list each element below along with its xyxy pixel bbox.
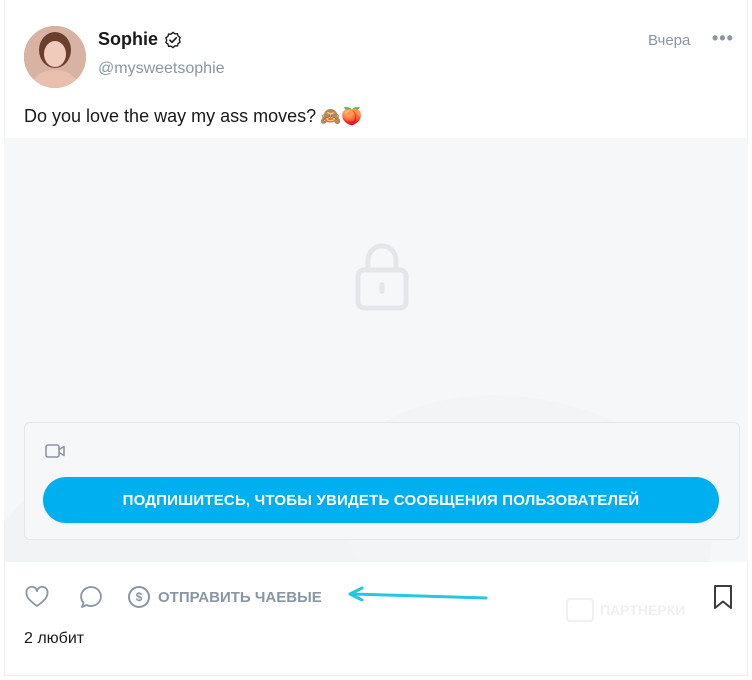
avatar[interactable]	[24, 26, 86, 88]
subscribe-panel: ПОДПИШИТЕСЬ, ЧТОБЫ УВИДЕТЬ СООБЩЕНИЯ ПОЛ…	[24, 422, 740, 540]
bookmark-icon[interactable]	[712, 584, 734, 610]
likes-count[interactable]: 2 любит	[24, 630, 84, 648]
post-actions: $ ОТПРАВИТЬ ЧАЕВЫЕ	[24, 582, 322, 612]
watermark: ПАРТНЕРКИ	[566, 598, 685, 622]
watermark-text: ПАРТНЕРКИ	[600, 602, 686, 618]
caption-emoji: 🙈🍑	[320, 106, 363, 127]
comment-bubble-icon[interactable]	[78, 584, 104, 610]
send-tip-button[interactable]: $ ОТПРАВИТЬ ЧАЕВЫЕ	[128, 586, 322, 608]
author-name-row: Sophie	[98, 29, 182, 50]
post-timestamp: Вчера	[648, 32, 691, 49]
lock-icon	[355, 243, 409, 311]
author-handle[interactable]: @mysweetsophie	[98, 60, 225, 78]
dollar-coin-icon: $	[128, 586, 150, 608]
subscribe-button[interactable]: ПОДПИШИТЕСЬ, ЧТОБЫ УВИДЕТЬ СООБЩЕНИЯ ПОЛ…	[43, 477, 719, 523]
video-camera-icon	[45, 444, 65, 458]
verified-check-icon	[165, 30, 181, 49]
caption-text: Do you love the way my ass moves?	[24, 106, 317, 126]
avatar-photo	[24, 26, 86, 88]
post-caption: Do you love the way my ass moves? 🙈🍑	[24, 106, 362, 127]
watermark-logo-icon	[566, 598, 594, 622]
heart-icon[interactable]	[24, 584, 50, 610]
more-options-icon[interactable]: •••	[712, 28, 734, 49]
arrow-left-annotation-icon	[348, 586, 488, 602]
send-tip-label: ОТПРАВИТЬ ЧАЕВЫЕ	[158, 588, 322, 606]
author-name[interactable]: Sophie	[98, 29, 158, 50]
